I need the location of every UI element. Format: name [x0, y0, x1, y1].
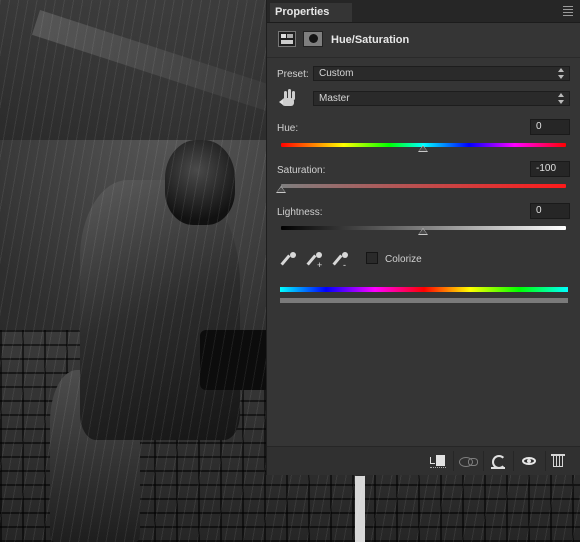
panel-footer-toolbar [267, 446, 580, 475]
lightness-value-field[interactable]: 0 [530, 203, 570, 219]
hue-slider-thumb[interactable] [418, 145, 428, 152]
panel-menu-icon[interactable] [563, 6, 573, 18]
adjustment-title: Hue/Saturation [331, 34, 410, 46]
saturation-value-field[interactable]: -100 [530, 161, 570, 177]
hue-label: Hue: [277, 123, 299, 134]
preset-value: Custom [319, 68, 354, 79]
tab-properties[interactable]: Properties [270, 3, 352, 22]
eyedropper-modifier: - [343, 260, 346, 270]
lightness-slider-thumb[interactable] [418, 228, 428, 235]
panel-tabbar: Properties [267, 0, 580, 23]
clip-to-layer-icon[interactable] [427, 451, 449, 471]
hue-saturation-icon [278, 31, 296, 47]
input-color-spectrum [280, 287, 568, 292]
colorize-checkbox[interactable] [366, 252, 378, 264]
toggle-visibility-icon[interactable] [519, 451, 541, 471]
hue-value-field[interactable]: 0 [530, 119, 570, 135]
chevron-updown-icon [558, 93, 564, 104]
saturation-slider-thumb[interactable] [276, 186, 286, 193]
properties-panel: Properties Hue/Saturation Preset: Custom… [266, 0, 580, 475]
eyedropper-modifier: + [317, 260, 323, 270]
chevron-updown-icon [558, 68, 564, 79]
eyedropper-icon[interactable] [280, 252, 297, 268]
layer-mask-icon[interactable] [303, 31, 323, 47]
saturation-slider-track[interactable] [281, 184, 566, 188]
targeted-adjustment-hand-icon[interactable] [279, 89, 299, 109]
saturation-label: Saturation: [277, 165, 326, 176]
delete-adjustment-icon[interactable] [548, 451, 570, 471]
adjustment-header: Hue/Saturation [267, 23, 580, 58]
channel-value: Master [319, 93, 350, 104]
eyedropper-add-icon[interactable]: + [306, 252, 323, 270]
eyedropper-subtract-icon[interactable]: - [332, 252, 349, 270]
reset-to-defaults-icon[interactable] [487, 451, 509, 471]
channel-select[interactable]: Master [313, 91, 570, 106]
colorize-label: Colorize [385, 254, 422, 265]
lightness-label: Lightness: [277, 207, 323, 218]
preset-label: Preset: [277, 69, 309, 80]
preset-select[interactable]: Custom [313, 66, 570, 81]
view-previous-state-icon[interactable] [457, 451, 479, 471]
output-color-spectrum [280, 298, 568, 303]
